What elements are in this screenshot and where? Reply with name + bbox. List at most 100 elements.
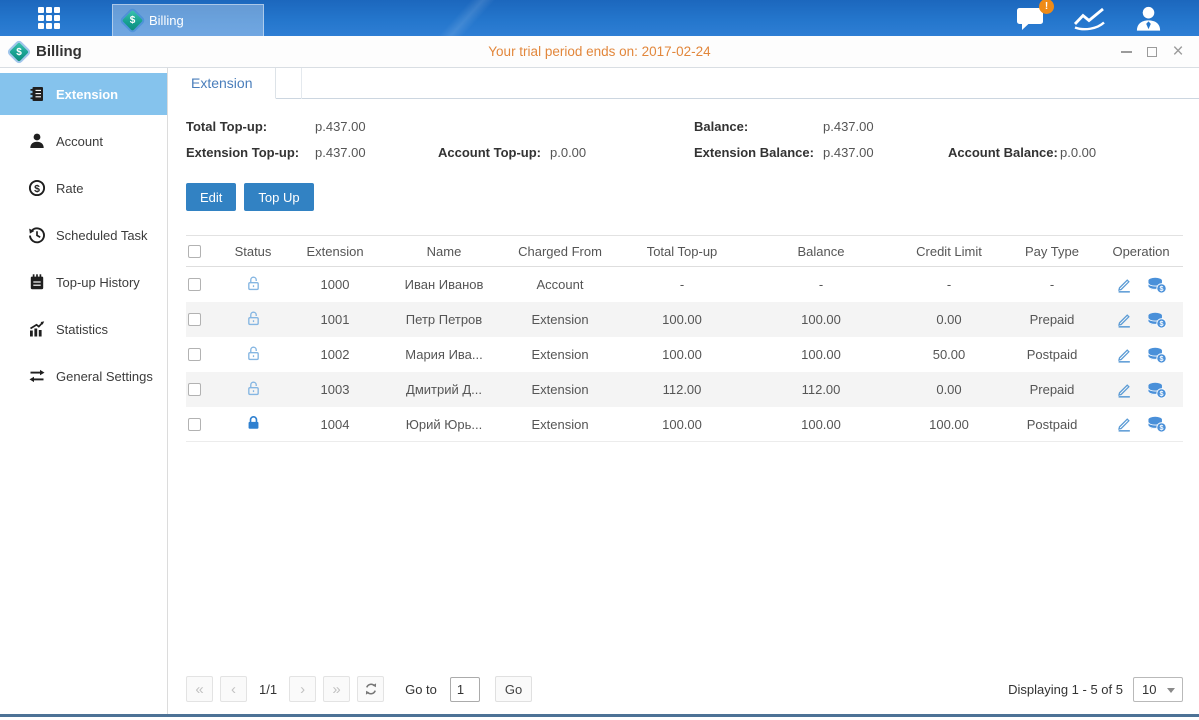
select-all-checkbox[interactable] (188, 245, 201, 258)
extension-icon (28, 85, 46, 103)
content-area: Extension Total Top-up: p.437.00 Balance… (168, 68, 1199, 714)
account-balance-field: Account Balance: p.0.00 (948, 145, 1199, 160)
app-launcher-icon[interactable] (38, 7, 70, 29)
scheduled-task-icon (28, 226, 46, 244)
column-pay-type: Pay Type (1002, 244, 1102, 259)
extension-balance-label: Extension Balance: (694, 145, 823, 160)
tab-stub (276, 68, 302, 99)
total-topup-field: Total Top-up: p.437.00 (186, 119, 438, 134)
topup-row-icon[interactable]: $ (1147, 415, 1167, 433)
minimize-button[interactable] (1119, 45, 1133, 59)
edit-row-icon[interactable] (1115, 346, 1133, 364)
account-topup-label: Account Top-up: (438, 145, 550, 160)
locked-icon (245, 414, 262, 431)
svg-text:$: $ (34, 183, 40, 195)
sidebar-item-label: Scheduled Task (56, 228, 148, 243)
extension-balance-field: Extension Balance: p.437.00 (694, 145, 948, 160)
table-row: 1003 Дмитрий Д... Extension 112.00 112.0… (186, 372, 1183, 407)
sidebar-item-extension[interactable]: Extension (0, 73, 167, 115)
topup-row-icon[interactable]: $ (1147, 276, 1167, 294)
table-row: 1002 Мария Ива... Extension 100.00 100.0… (186, 337, 1183, 372)
sidebar-item-rate[interactable]: $ Rate (0, 167, 167, 209)
extension-balance-value: p.437.00 (823, 145, 874, 160)
svg-text:$: $ (1160, 388, 1164, 397)
edit-row-icon[interactable] (1115, 415, 1133, 433)
topup-button[interactable]: Top Up (244, 183, 313, 211)
first-page-button[interactable]: « (186, 676, 213, 702)
window-titlebar: $ Billing Your trial period ends on: 201… (0, 36, 1199, 68)
os-taskbar: $ Billing ! (0, 0, 1199, 36)
row-checkbox[interactable] (188, 418, 201, 431)
sidebar: Extension Account $ Rate Scheduled Task (0, 68, 168, 714)
sidebar-item-account[interactable]: Account (0, 120, 167, 162)
general-settings-icon (28, 367, 46, 385)
sidebar-item-label: Account (56, 134, 103, 149)
column-operation: Operation (1102, 244, 1180, 259)
goto-page-input[interactable] (450, 677, 480, 702)
account-balance-label: Account Balance: (948, 145, 1060, 160)
displaying-count: Displaying 1 - 5 of 5 (1008, 682, 1123, 697)
topup-history-icon (28, 273, 46, 291)
topup-row-icon[interactable]: $ (1147, 311, 1167, 329)
edit-row-icon[interactable] (1115, 311, 1133, 329)
total-topup-label: Total Top-up: (186, 119, 315, 134)
topup-row-icon[interactable]: $ (1147, 346, 1167, 364)
table-row: 1000 Иван Иванов Account - - - - (186, 267, 1183, 302)
billing-task-button[interactable]: $ Billing (112, 4, 264, 36)
close-button[interactable]: × (1171, 45, 1185, 59)
tab-extension[interactable]: Extension (168, 68, 276, 99)
user-account-icon[interactable] (1134, 5, 1163, 31)
table-header: Status Extension Name Charged From Total… (186, 235, 1183, 267)
trial-notice: Your trial period ends on: 2017-02-24 (0, 44, 1199, 59)
sidebar-item-scheduled-task[interactable]: Scheduled Task (0, 214, 167, 256)
column-balance: Balance (746, 244, 896, 259)
reports-icon[interactable] (1073, 6, 1106, 31)
page-size-select[interactable]: 10 (1133, 677, 1183, 702)
chevron-down-icon (1167, 688, 1175, 693)
sidebar-item-label: Top-up History (56, 275, 140, 290)
row-checkbox[interactable] (188, 278, 201, 291)
refresh-icon (364, 682, 378, 696)
messages-icon[interactable]: ! (1016, 6, 1045, 31)
task-button-label: Billing (149, 13, 184, 28)
topup-row-icon[interactable]: $ (1147, 381, 1167, 399)
billing-diamond-icon: $ (122, 9, 143, 30)
edit-button[interactable]: Edit (186, 183, 236, 211)
column-credit-limit: Credit Limit (896, 244, 1002, 259)
row-checkbox[interactable] (188, 383, 201, 396)
row-checkbox[interactable] (188, 348, 201, 361)
svg-text:$: $ (1160, 283, 1164, 292)
unlocked-icon (245, 380, 262, 397)
sidebar-item-label: Extension (56, 87, 118, 102)
column-name: Name (386, 244, 502, 259)
edit-row-icon[interactable] (1115, 381, 1133, 399)
column-status: Status (222, 244, 284, 259)
balance-label: Balance: (694, 119, 823, 134)
taskbar-decoration (410, 0, 519, 36)
extension-topup-value: p.437.00 (315, 145, 366, 160)
svg-text:$: $ (1160, 353, 1164, 362)
sidebar-item-topup-history[interactable]: Top-up History (0, 261, 167, 303)
refresh-button[interactable] (357, 676, 384, 702)
table-row: 1001 Петр Петров Extension 100.00 100.00… (186, 302, 1183, 337)
last-page-button[interactable]: » (323, 676, 350, 702)
unlocked-icon (245, 275, 262, 292)
notification-badge: ! (1039, 0, 1054, 14)
row-checkbox[interactable] (188, 313, 201, 326)
billing-app-icon: $ (9, 42, 29, 62)
prev-page-button[interactable]: ‹ (220, 676, 247, 702)
unlocked-icon (245, 310, 262, 327)
account-icon (28, 132, 46, 150)
sidebar-item-general-settings[interactable]: General Settings (0, 355, 167, 397)
extension-topup-field: Extension Top-up: p.437.00 (186, 145, 438, 160)
statistics-icon (28, 320, 46, 338)
account-balance-value: p.0.00 (1060, 145, 1096, 160)
unlocked-icon (245, 345, 262, 362)
sidebar-item-statistics[interactable]: Statistics (0, 308, 167, 350)
line-chart-icon (1073, 6, 1106, 31)
account-topup-field: Account Top-up: p.0.00 (438, 145, 694, 160)
edit-row-icon[interactable] (1115, 276, 1133, 294)
next-page-button[interactable]: › (289, 676, 316, 702)
maximize-button[interactable] (1145, 45, 1159, 59)
go-button[interactable]: Go (495, 676, 532, 702)
